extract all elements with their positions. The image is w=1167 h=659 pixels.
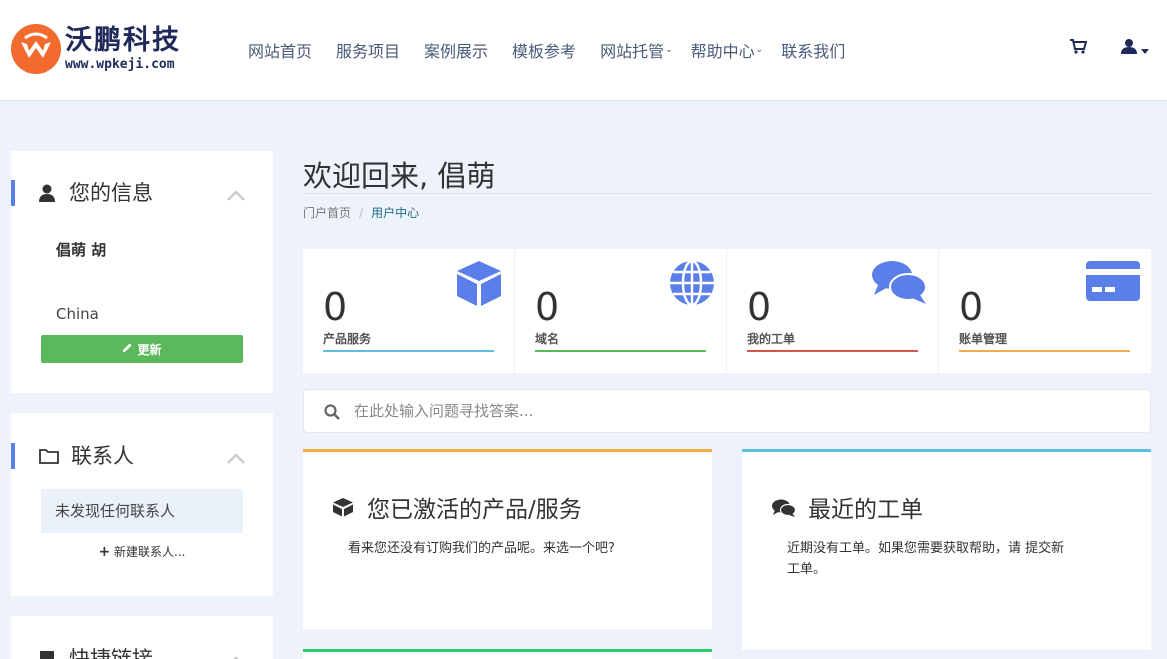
panel-title: 联系人 bbox=[71, 444, 134, 468]
chevron-down-icon: ⌄ bbox=[665, 45, 673, 55]
nav-label: 网站托管 bbox=[600, 42, 665, 61]
stat-underline bbox=[959, 350, 1130, 352]
nav-cases[interactable]: 案例展示 bbox=[424, 38, 488, 62]
panel-accent-bar bbox=[11, 443, 15, 469]
bookmark-icon bbox=[39, 650, 55, 659]
stat-label: 我的工单 bbox=[747, 332, 796, 346]
stat-billing[interactable]: 0 账单管理 bbox=[939, 249, 1151, 373]
knowledgebase-search bbox=[303, 389, 1151, 433]
nav-label: 帮助中心 bbox=[690, 42, 755, 61]
nav-hosting[interactable]: 网站托管 ⌄ bbox=[600, 38, 689, 62]
card-title: 最近的工单 bbox=[808, 497, 923, 523]
plus-icon: + bbox=[98, 544, 111, 560]
chevron-down-icon: ⌄ bbox=[755, 45, 764, 55]
box-icon bbox=[454, 259, 504, 311]
update-button[interactable]: 更新 bbox=[41, 335, 243, 363]
brand-logo[interactable]: 沃鹏科技 www.wpkeji.com bbox=[11, 24, 181, 74]
user-icon bbox=[39, 184, 55, 206]
folder-icon bbox=[39, 448, 59, 468]
breadcrumb: 门户首页 / 用户中心 bbox=[303, 204, 419, 221]
panel-shortcuts: 快捷链接 bbox=[11, 616, 273, 659]
nav-home[interactable]: 网站首页 bbox=[248, 38, 312, 62]
main-nav: 网站首页 服务项目 案例展示 模板参考 网站托管 ⌄ 帮助中心 ⌄ 联系我们 bbox=[248, 38, 869, 62]
pencil-icon bbox=[122, 342, 133, 356]
caret-down-icon bbox=[1141, 39, 1149, 58]
user-icon bbox=[1121, 38, 1137, 58]
stat-domains[interactable]: 0 域名 bbox=[515, 249, 727, 373]
panel-header[interactable]: 您的信息 bbox=[11, 180, 273, 206]
chevron-up-icon[interactable] bbox=[227, 186, 245, 205]
nav-label: 联系我们 bbox=[781, 42, 846, 61]
card-recent-tickets: 最近的工单 近期没有工单。如果您需要获取帮助，请 提交新 工单。 bbox=[742, 449, 1151, 650]
stat-underline bbox=[535, 350, 706, 352]
stat-underline bbox=[323, 350, 494, 352]
stat-value: 0 bbox=[535, 285, 560, 329]
nav-label: 模板参考 bbox=[512, 42, 577, 61]
search-input[interactable] bbox=[354, 390, 1134, 432]
breadcrumb-separator: / bbox=[359, 206, 364, 220]
panel-title: 快捷链接 bbox=[69, 647, 153, 659]
divider bbox=[303, 193, 1151, 194]
breadcrumb-current: 用户中心 bbox=[371, 206, 420, 220]
site-header: 沃鹏科技 www.wpkeji.com 网站首页 服务项目 案例展示 模板参考 … bbox=[0, 0, 1167, 101]
brand-name: 沃鹏科技 bbox=[65, 25, 181, 56]
chevron-up-icon[interactable] bbox=[227, 449, 245, 468]
card-text: 看来您还没有订购我们的产品呢。来选一个吧? bbox=[348, 541, 615, 556]
no-contacts-message: 未发现任何联系人 bbox=[41, 489, 243, 533]
stat-label: 域名 bbox=[535, 332, 560, 346]
breadcrumb-home[interactable]: 门户首页 bbox=[303, 206, 351, 220]
cube-icon bbox=[332, 497, 354, 521]
cart-icon[interactable] bbox=[1070, 38, 1088, 58]
card-text-line: 工单。 bbox=[787, 562, 827, 577]
client-name: 倡萌 胡 bbox=[56, 241, 107, 259]
stat-label: 账单管理 bbox=[959, 332, 1008, 346]
chevron-up-icon[interactable] bbox=[227, 652, 245, 659]
nav-contact[interactable]: 联系我们 bbox=[781, 38, 845, 62]
brand-url: www.wpkeji.com bbox=[65, 57, 175, 72]
card-partial bbox=[303, 649, 712, 659]
stats-panel: 0 产品服务 0 域名 0 我的工单 0 账单管理 bbox=[303, 249, 1151, 373]
stat-label: 产品服务 bbox=[323, 332, 372, 346]
stat-tickets[interactable]: 0 我的工单 bbox=[727, 249, 939, 373]
credit-card-icon bbox=[1085, 259, 1141, 307]
client-country: China bbox=[56, 305, 99, 323]
card-title: 您已激活的产品/服务 bbox=[367, 497, 582, 523]
logo-mark-icon bbox=[11, 24, 61, 74]
new-contact-label: 新建联系人... bbox=[114, 545, 186, 559]
stat-value: 0 bbox=[323, 285, 348, 329]
panel-header[interactable]: 联系人 bbox=[11, 443, 273, 469]
stat-products[interactable]: 0 产品服务 bbox=[303, 249, 515, 373]
comments-icon bbox=[772, 499, 797, 521]
nav-services[interactable]: 服务项目 bbox=[336, 38, 400, 62]
stat-value: 0 bbox=[747, 285, 772, 329]
new-contact-link[interactable]: + 新建联系人... bbox=[11, 543, 273, 560]
panel-accent-bar bbox=[11, 180, 15, 206]
nav-label: 案例展示 bbox=[424, 42, 489, 61]
nav-label: 服务项目 bbox=[336, 42, 401, 61]
stat-value: 0 bbox=[959, 285, 984, 329]
card-active-products: 您已激活的产品/服务 看来您还没有订购我们的产品呢。来选一个吧? bbox=[303, 449, 712, 629]
panel-your-info: 您的信息 倡萌 胡 China 更新 bbox=[11, 151, 273, 393]
panel-header[interactable]: 快捷链接 bbox=[11, 646, 273, 659]
card-text-line: 近期没有工单。如果您需要获取帮助，请 提交新 bbox=[787, 541, 1065, 556]
panel-contacts: 联系人 未发现任何联系人 + 新建联系人... bbox=[11, 413, 273, 596]
search-icon bbox=[324, 404, 340, 424]
comments-icon bbox=[872, 259, 928, 309]
user-menu[interactable] bbox=[1121, 38, 1149, 58]
globe-icon bbox=[668, 259, 716, 311]
card-text: 近期没有工单。如果您需要获取帮助，请 提交新 工单。 bbox=[787, 538, 1064, 580]
nav-label: 网站首页 bbox=[248, 42, 313, 61]
panel-title: 您的信息 bbox=[69, 181, 153, 205]
page-title: 欢迎回来, 倡萌 bbox=[303, 159, 496, 193]
nav-templates[interactable]: 模板参考 bbox=[512, 38, 576, 62]
nav-help[interactable]: 帮助中心 ⌄ bbox=[691, 38, 780, 62]
update-label: 更新 bbox=[137, 342, 162, 357]
stat-underline bbox=[747, 350, 918, 352]
